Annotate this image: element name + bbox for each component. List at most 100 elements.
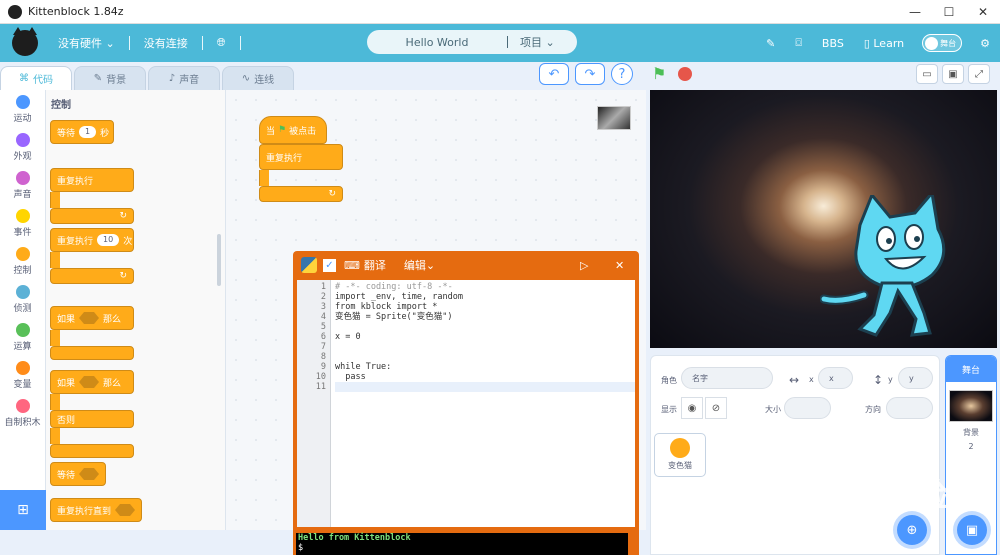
- category-item[interactable]: 控制: [0, 242, 45, 280]
- forever-block[interactable]: 重复执行 ↻: [50, 168, 134, 224]
- pencil-icon[interactable]: ✎: [766, 37, 775, 50]
- wait-block[interactable]: 等待 1 秒: [50, 120, 114, 144]
- small-stage-icon[interactable]: ▭: [916, 64, 938, 84]
- translate-button[interactable]: 翻译: [364, 257, 386, 273]
- backdrop-thumbnail: [949, 390, 993, 422]
- sprite-name-input[interactable]: 名字: [681, 367, 773, 389]
- gear-icon[interactable]: ⚙: [980, 37, 990, 50]
- run-icon[interactable]: ▷: [580, 259, 588, 272]
- python-toolbar: ✓ ⌨︎ 翻译 编辑⌄ ▷ ✕: [293, 251, 639, 279]
- repeat-count-input[interactable]: 10: [97, 234, 120, 246]
- bbs-link[interactable]: BBS: [822, 37, 844, 50]
- tab-wiring[interactable]: ∿ 连线: [222, 66, 294, 90]
- category-menu: 运动 外观 声音 事件 控制 侦测 运算 变量自制积木: [0, 90, 46, 490]
- project-menu[interactable]: 项目 ⌄: [520, 34, 555, 50]
- direction-input[interactable]: [886, 397, 933, 419]
- block-label: 秒: [100, 128, 110, 139]
- condition-slot[interactable]: [79, 312, 100, 324]
- code-line: while True:: [335, 362, 392, 372]
- category-item[interactable]: 侦测: [0, 280, 45, 318]
- when-flag-clicked-block[interactable]: 当 ⚑ 被点击: [259, 116, 327, 144]
- close-button[interactable]: ✕: [966, 0, 1000, 24]
- category-item[interactable]: 声音: [0, 166, 45, 204]
- add-extension-button[interactable]: ⊞: [0, 490, 46, 530]
- tab-label: 连线: [254, 75, 275, 86]
- category-item[interactable]: 运动: [0, 90, 45, 128]
- category-label: 自制积木: [4, 417, 41, 428]
- hardware-menu[interactable]: 没有硬件 ⌄: [58, 35, 115, 51]
- if-then-block[interactable]: 如果 那么: [50, 306, 134, 360]
- code-editor[interactable]: 1 2 3 4 5 6 7 8 9 10 11 # -*- coding: utf-8 -*- imp…: [297, 280, 635, 527]
- kitten-logo[interactable]: [12, 27, 38, 56]
- code-line: [335, 382, 635, 392]
- wait-seconds-input[interactable]: 1: [79, 126, 97, 138]
- brush-icon: ✎: [93, 73, 103, 84]
- camera-icon[interactable]: ⌼: [795, 36, 802, 50]
- line-number: 7: [320, 342, 326, 352]
- category-item[interactable]: 事件: [0, 204, 45, 242]
- block-label: 如果: [57, 378, 76, 389]
- close-icon[interactable]: ✕: [615, 259, 624, 272]
- category-dot-icon: [15, 208, 30, 223]
- y-input[interactable]: y: [898, 367, 933, 389]
- tab-sounds[interactable]: ♪ 声音: [148, 66, 220, 90]
- globe-icon[interactable]: 🌐︎: [217, 36, 226, 50]
- sprite-card[interactable]: 变色猫: [654, 433, 706, 477]
- edit-label: 编辑: [403, 259, 426, 272]
- if-else-block[interactable]: 如果 那么 否则: [50, 370, 134, 458]
- help-icon[interactable]: ?: [611, 63, 633, 85]
- connection-menu[interactable]: 没有连接: [144, 35, 188, 51]
- edit-menu[interactable]: 编辑⌄: [404, 257, 435, 273]
- script-stack[interactable]: 当 ⚑ 被点击 重复执行 ↻: [259, 116, 343, 202]
- repeat-block[interactable]: 重复执行 10 次 ↻: [50, 228, 134, 284]
- cat-icon: [670, 438, 690, 458]
- block-label: 重复执行直到: [57, 506, 112, 517]
- sync-checkbox[interactable]: ✓: [323, 258, 336, 272]
- category-item[interactable]: 运算: [0, 318, 45, 356]
- add-backdrop-button[interactable]: ▣: [957, 515, 987, 545]
- tab-backdrops[interactable]: ✎ 背景: [74, 66, 146, 90]
- learn-link[interactable]: ▯ Learn: [864, 37, 904, 50]
- hardware-label: 没有硬件: [58, 37, 102, 50]
- palette-scrollbar[interactable]: [217, 234, 221, 286]
- cat-sprite[interactable]: [820, 195, 970, 345]
- minimize-button[interactable]: —: [898, 0, 932, 24]
- add-sprite-button[interactable]: ⊕: [897, 515, 927, 545]
- green-flag-icon[interactable]: ⚑: [652, 65, 670, 83]
- stage-view-controls: ▭ ▣ ⤢: [916, 64, 990, 84]
- category-item[interactable]: 自制积木: [0, 394, 45, 432]
- wait-until-block[interactable]: 等待: [50, 462, 106, 486]
- block-bottom: [50, 444, 134, 458]
- block-label: 重复执行: [57, 176, 94, 187]
- normal-stage-icon[interactable]: ▣: [942, 64, 964, 84]
- eye-icon[interactable]: ◉: [681, 397, 703, 419]
- maximize-button[interactable]: ☐: [932, 0, 966, 24]
- category-item[interactable]: 外观: [0, 128, 45, 166]
- project-name-input[interactable]: Hello World: [367, 36, 507, 49]
- size-input[interactable]: [784, 397, 831, 419]
- fullscreen-icon[interactable]: ⤢: [968, 64, 990, 84]
- tab-code[interactable]: ⌘ 代码: [0, 66, 72, 90]
- code-lines[interactable]: # -*- coding: utf-8 -*- import _env, time…: [331, 280, 635, 527]
- loop-arrow-icon: ↻: [50, 208, 134, 224]
- repeat-until-block[interactable]: 重复执行直到: [50, 498, 142, 522]
- block-mouth: [259, 170, 269, 186]
- undo-icon[interactable]: ↶: [539, 63, 569, 85]
- line-number: 11: [315, 382, 326, 392]
- redo-icon[interactable]: ↷: [575, 63, 605, 85]
- eye-slash-icon[interactable]: ⊘: [705, 397, 727, 419]
- condition-slot[interactable]: [79, 468, 100, 480]
- console-output[interactable]: Hello from Kittenblock $: [296, 533, 628, 555]
- console-prompt: $: [298, 543, 304, 553]
- block-label: 次: [123, 236, 133, 247]
- category-item[interactable]: 变量: [0, 356, 45, 394]
- condition-slot[interactable]: [79, 376, 100, 388]
- speaker-icon: ♪: [168, 73, 176, 84]
- vertical-arrow-icon: ↕: [873, 373, 884, 387]
- forever-block[interactable]: 重复执行: [259, 144, 343, 170]
- green-flag-icon: ⚑: [278, 125, 287, 135]
- x-input[interactable]: x: [818, 367, 853, 389]
- stop-icon[interactable]: [678, 67, 692, 81]
- stage-toggle[interactable]: 舞台: [922, 34, 963, 52]
- condition-slot[interactable]: [115, 504, 136, 516]
